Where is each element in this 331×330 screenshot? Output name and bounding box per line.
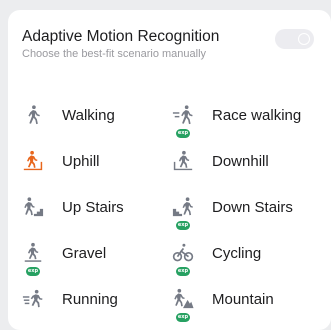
exp-badge: exp xyxy=(176,267,190,276)
panel-header: Adaptive Motion Recognition Choose the b… xyxy=(22,28,317,61)
scenario-row: Walking exp Race walking xyxy=(8,92,331,138)
scenario-running[interactable]: Running xyxy=(18,276,118,322)
scenario-label: Race walking xyxy=(212,106,302,124)
exp-badge: exp xyxy=(176,313,190,322)
exp-badge: exp xyxy=(26,267,40,276)
panel-title: Adaptive Motion Recognition xyxy=(22,28,220,45)
adaptive-recognition-toggle[interactable] xyxy=(275,29,314,49)
down-stairs-icon: exp xyxy=(168,192,198,230)
scenario-label: Walking xyxy=(62,106,115,124)
scenario-label: Running xyxy=(62,290,118,308)
scenario-uphill[interactable]: Uphill xyxy=(18,138,100,184)
scenario-label: Mountain xyxy=(212,290,274,308)
panel-subtitle: Choose the best-fit scenario manually xyxy=(22,48,207,60)
scenario-race-walking[interactable]: exp Race walking xyxy=(168,92,301,138)
race-walking-icon: exp xyxy=(168,100,198,138)
scenario-cycling[interactable]: exp Cycling xyxy=(168,230,261,276)
gravel-icon: exp xyxy=(18,238,48,276)
motion-recognition-panel: Adaptive Motion Recognition Choose the b… xyxy=(8,10,331,330)
scenario-up-stairs[interactable]: Up Stairs xyxy=(18,184,124,230)
scenario-row: Running exp Mountain xyxy=(8,276,331,322)
scenario-label: Uphill xyxy=(62,152,100,170)
scenario-label: Downhill xyxy=(212,152,269,170)
scenario-row: exp Gravel exp Cycling xyxy=(8,230,331,276)
scenario-label: Down Stairs xyxy=(212,198,293,216)
exp-badge: exp xyxy=(176,221,190,230)
exp-badge: exp xyxy=(176,129,190,138)
scenario-walking[interactable]: Walking xyxy=(18,92,115,138)
scenario-row: Up Stairs exp Down Stairs xyxy=(8,184,331,230)
mountain-icon: exp xyxy=(168,284,198,322)
downhill-icon xyxy=(168,146,198,176)
toggle-knob xyxy=(298,33,310,45)
scenario-label: Up Stairs xyxy=(62,198,124,216)
running-icon xyxy=(18,284,48,314)
scenario-label: Gravel xyxy=(62,244,107,262)
up-stairs-icon xyxy=(18,192,48,222)
scenario-label: Cycling xyxy=(212,244,262,262)
cycling-icon: exp xyxy=(168,238,198,276)
scenario-mountain[interactable]: exp Mountain xyxy=(168,276,274,322)
scenario-down-stairs[interactable]: exp Down Stairs xyxy=(168,184,293,230)
scenario-row: Uphill Downhill xyxy=(8,138,331,184)
uphill-icon xyxy=(18,146,48,176)
walking-icon xyxy=(18,100,48,130)
scenario-grid: Walking exp Race walking Uphill Downhill… xyxy=(8,92,331,322)
scenario-gravel[interactable]: exp Gravel xyxy=(18,230,106,276)
scenario-downhill[interactable]: Downhill xyxy=(168,138,269,184)
